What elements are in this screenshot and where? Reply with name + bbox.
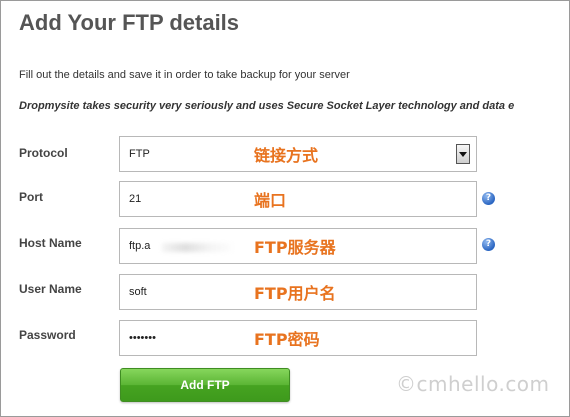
watermark: ©cmhello.com (396, 372, 550, 396)
page-title: Add Your FTP details (19, 10, 240, 35)
security-note: Dropmysite takes security very seriously… (19, 100, 515, 112)
protocol-annotation: 链接方式 (254, 146, 319, 165)
port-value: 21 (129, 193, 142, 205)
protocol-select[interactable]: FTP 链接方式 (119, 136, 477, 172)
password-input[interactable]: ••••••• FTP密码 (119, 320, 477, 356)
password-annotation: FTP密码 (254, 330, 320, 349)
port-annotation: 端口 (254, 191, 287, 210)
port-input[interactable]: 21 端口 (119, 181, 477, 217)
user-label: User Name (19, 282, 82, 296)
user-annotation: FTP用户名 (254, 284, 336, 303)
user-input[interactable]: soft FTP用户名 (119, 274, 477, 310)
user-value: soft (129, 286, 147, 298)
password-label: Password (19, 328, 76, 342)
add-ftp-button[interactable]: Add FTP (120, 368, 290, 402)
ftp-details-panel: Add Your FTP details Fill out the detail… (0, 0, 570, 417)
dropdown-arrow-icon[interactable] (456, 144, 470, 164)
protocol-label: Protocol (19, 146, 68, 160)
host-annotation: FTP服务器 (254, 238, 336, 257)
host-input[interactable]: ftp.a FTP服务器 (119, 228, 477, 264)
host-value: ftp.a (129, 240, 151, 252)
port-help-icon[interactable]: ? (482, 192, 495, 205)
port-label: Port (19, 190, 43, 204)
host-help-icon[interactable]: ? (482, 238, 495, 251)
intro-text: Fill out the details and save it in orde… (19, 69, 350, 81)
host-label: Host Name (19, 236, 82, 250)
protocol-value: FTP (129, 148, 150, 160)
password-value: ••••••• (129, 332, 156, 344)
redacted-host-blur (162, 243, 232, 252)
